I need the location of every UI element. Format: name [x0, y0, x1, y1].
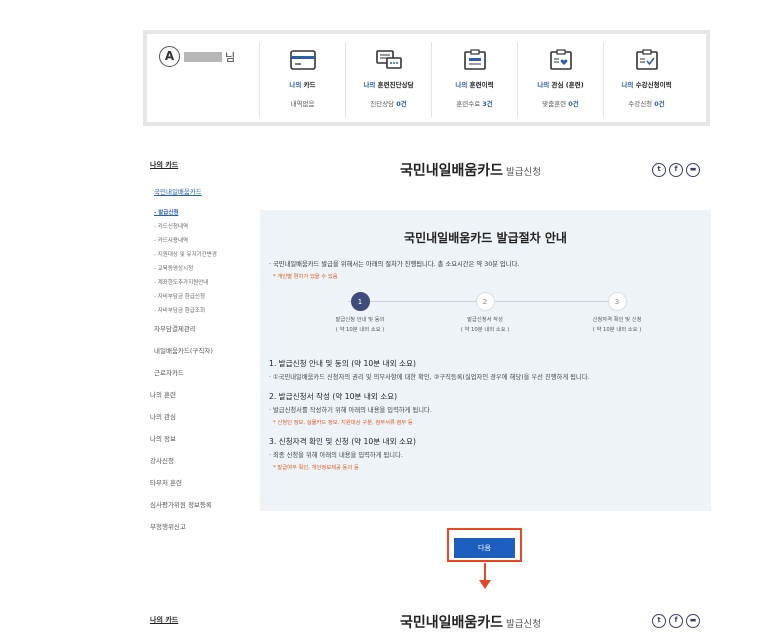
sidebar-item-card-usage[interactable]: - 카드사용내역	[154, 234, 260, 248]
step-duration: ( 약 10분 내외 소요 )	[592, 327, 642, 333]
application-check-icon	[635, 49, 658, 70]
sidebar-item-limit-extension[interactable]: - 계좌한도추가지원안내	[154, 276, 260, 290]
section-desc: · 최종 신청을 위해 아래의 내용을 입력하게 됩니다.	[269, 452, 403, 459]
menu-consult[interactable]: 나의 훈련진단상담 진단상담 0건	[345, 42, 431, 117]
panel-note: * 개인별 편차가 있을 수 있음	[273, 274, 338, 280]
sidebar-item-misconduct-report[interactable]: 부정행위신고	[150, 516, 260, 538]
share-buttons: t f ▬	[652, 163, 700, 177]
menu-application-history[interactable]: 나의 수강신청이력 수강신청 0건	[603, 42, 689, 117]
section-heading: 2. 발급신청서 작성 (약 10분 내외 소요)	[269, 392, 398, 401]
sidebar-item-refund-apply[interactable]: - 자비부담금 환급신청	[154, 290, 260, 304]
panel-heading: 국민내일배움카드 발급절차 안내	[404, 231, 567, 245]
menu-my-card[interactable]: 나의 카드 내역없음	[259, 42, 345, 117]
step-title: 신청자격 확인 및 신청	[592, 317, 642, 323]
sidebar-item-other-ministry[interactable]: 타부처 훈련	[150, 472, 260, 494]
menu-training-history[interactable]: 나의 훈련이력 훈련수료 3건	[431, 42, 517, 117]
section-desc: · ①국민내일배움카드 신청자의 권리 및 의무사항에 대한 확인, ②구직등록…	[269, 374, 590, 381]
card-icon	[289, 50, 316, 70]
section-requirements: * 발급여부 확인, 개인정보제공 동의 등	[273, 465, 359, 471]
sidebar-item-refund-inquiry[interactable]: - 자비부담금 환급조회	[154, 304, 260, 318]
twitter-icon[interactable]: t	[652, 614, 666, 628]
section-2: 2. 발급신청서 작성 (약 10분 내외 소요) · 발급신청서를 작성하기 …	[269, 391, 711, 426]
sidebar-item-self-payment[interactable]: 자부담결제관리	[150, 318, 260, 340]
training-history-icon	[463, 49, 486, 70]
sidebar-item-card-applications[interactable]: - 카드신청내역	[154, 220, 260, 234]
menu-value: 맞춤훈련 0건	[542, 100, 579, 108]
step-duration: ( 약 10분 내외 소요 )	[460, 327, 510, 333]
sidebar-item-issue-apply[interactable]: - 발급신청	[154, 206, 260, 220]
menu-value: 진단상담 0건	[370, 100, 407, 108]
sidebar: 나의 카드 국민내일배움카드 - 발급신청 - 카드신청내역 - 카드사용내역 …	[150, 160, 260, 538]
sidebar-item-evaluator-register[interactable]: 심사평가위원 정보등록	[150, 494, 260, 516]
sidebar-item-instructor-apply[interactable]: 강사신청	[150, 450, 260, 472]
section-heading: 1. 발급신청 안내 및 동의 (약 10분 내외 소요)	[269, 359, 416, 368]
facebook-icon[interactable]: f	[669, 163, 683, 177]
step-title: 발급신청서 작성	[467, 317, 503, 323]
section-heading: 3. 신청자격 확인 및 신청 (약 10분 내외 소요)	[269, 437, 416, 446]
sidebar-item-jobseeker-card[interactable]: 내일배움카드(구직자)	[150, 340, 260, 362]
section-requirements: * 신청인 정보, 실물카드 정보, 지원대상 구분, 첨부서류 첨부 등	[273, 420, 413, 426]
facebook-icon[interactable]: f	[669, 614, 683, 628]
sidebar-title-next[interactable]: 나의 카드	[150, 615, 178, 625]
step-title: 발급신청 안내 및 동의	[335, 317, 385, 323]
step-duration: ( 약 10분 내외 소요 )	[335, 327, 385, 333]
user-info: A 님	[159, 46, 235, 67]
mypage-menu: 나의 카드 내역없음 나의 훈련진단상담 진단상담 0건 나의 훈련이력 훈련수…	[259, 42, 689, 117]
consult-chat-icon	[375, 50, 402, 69]
menu-value: 수강신청 0건	[628, 100, 665, 108]
sidebar-item-eligibility-change[interactable]: - 지원대상 및 유지기간변경	[154, 248, 260, 262]
step-number: 3	[607, 292, 627, 311]
share-other-icon[interactable]: ▬	[686, 614, 700, 628]
share-other-icon[interactable]: ▬	[686, 163, 700, 177]
menu-interest[interactable]: 나의 관심 (훈련) 맞춤훈련 0건	[517, 42, 603, 117]
menu-value: 훈련수료 3건	[456, 100, 493, 108]
step-3: 3 신청자격 확인 및 신청 ( 약 10분 내외 소요 )	[562, 292, 672, 333]
sidebar-item-my-interest[interactable]: 나의 관심	[150, 406, 260, 428]
sidebar-title[interactable]: 나의 카드	[150, 160, 260, 170]
step-indicator: 1 발급신청 안내 및 동의 ( 약 10분 내외 소요 ) 2 발급신청서 작…	[260, 292, 711, 348]
step-number: 2	[475, 292, 495, 311]
panel-intro: · 국민내일배움카드 발급을 위해서는 아래의 절차가 진행됩니다. 총 소요시…	[269, 261, 520, 268]
step-2: 2 발급신청서 작성 ( 약 10분 내외 소요 )	[430, 292, 540, 333]
sidebar-item-worker-card[interactable]: 근로자카드	[150, 362, 260, 384]
sidebar-item-education-video[interactable]: - 교육동영상시청	[154, 262, 260, 276]
page-title: 국민내일배움카드 발급신청	[400, 163, 542, 179]
next-button[interactable]: 다음	[454, 538, 515, 558]
step-number: 1	[350, 292, 370, 311]
user-summary-box: A 님 나의 카드 내역없음 나의 훈련진단상담 진단상담 0건 나의 훈련이력…	[143, 30, 710, 126]
procedure-panel: 국민내일배움카드 발급절차 안내 · 국민내일배움카드 발급을 위해서는 아래의…	[260, 210, 711, 511]
masked-username	[184, 51, 222, 62]
section-1: 1. 발급신청 안내 및 동의 (약 10분 내외 소요) · ①국민내일배움카…	[269, 358, 711, 381]
next-button-highlight: 다음	[447, 528, 522, 562]
user-suffix: 님	[225, 50, 236, 64]
menu-value: 내역없음	[290, 100, 315, 108]
sidebar-item-my-training[interactable]: 나의 훈련	[150, 384, 260, 406]
avatar: A	[159, 46, 180, 67]
twitter-icon[interactable]: t	[652, 163, 666, 177]
sidebar-submenu: - 발급신청 - 카드신청내역 - 카드사용내역 - 지원대상 및 유지기간변경…	[154, 206, 260, 318]
arrow-head-icon	[479, 580, 491, 589]
section-3: 3. 신청자격 확인 및 신청 (약 10분 내외 소요) · 최종 신청을 위…	[269, 436, 711, 471]
sidebar-subtitle[interactable]: 국민내일배움카드	[154, 186, 260, 196]
sidebar-item-my-info[interactable]: 나의 정보	[150, 428, 260, 450]
interest-heart-icon	[549, 49, 572, 70]
section-desc: · 발급신청서를 작성하기 위해 아래의 내용을 입력하게 됩니다.	[269, 407, 432, 414]
step-1: 1 발급신청 안내 및 동의 ( 약 10분 내외 소요 )	[305, 292, 415, 333]
share-buttons-next: t f ▬	[652, 614, 700, 628]
page-title-next: 국민내일배움카드 발급신청	[400, 615, 542, 631]
